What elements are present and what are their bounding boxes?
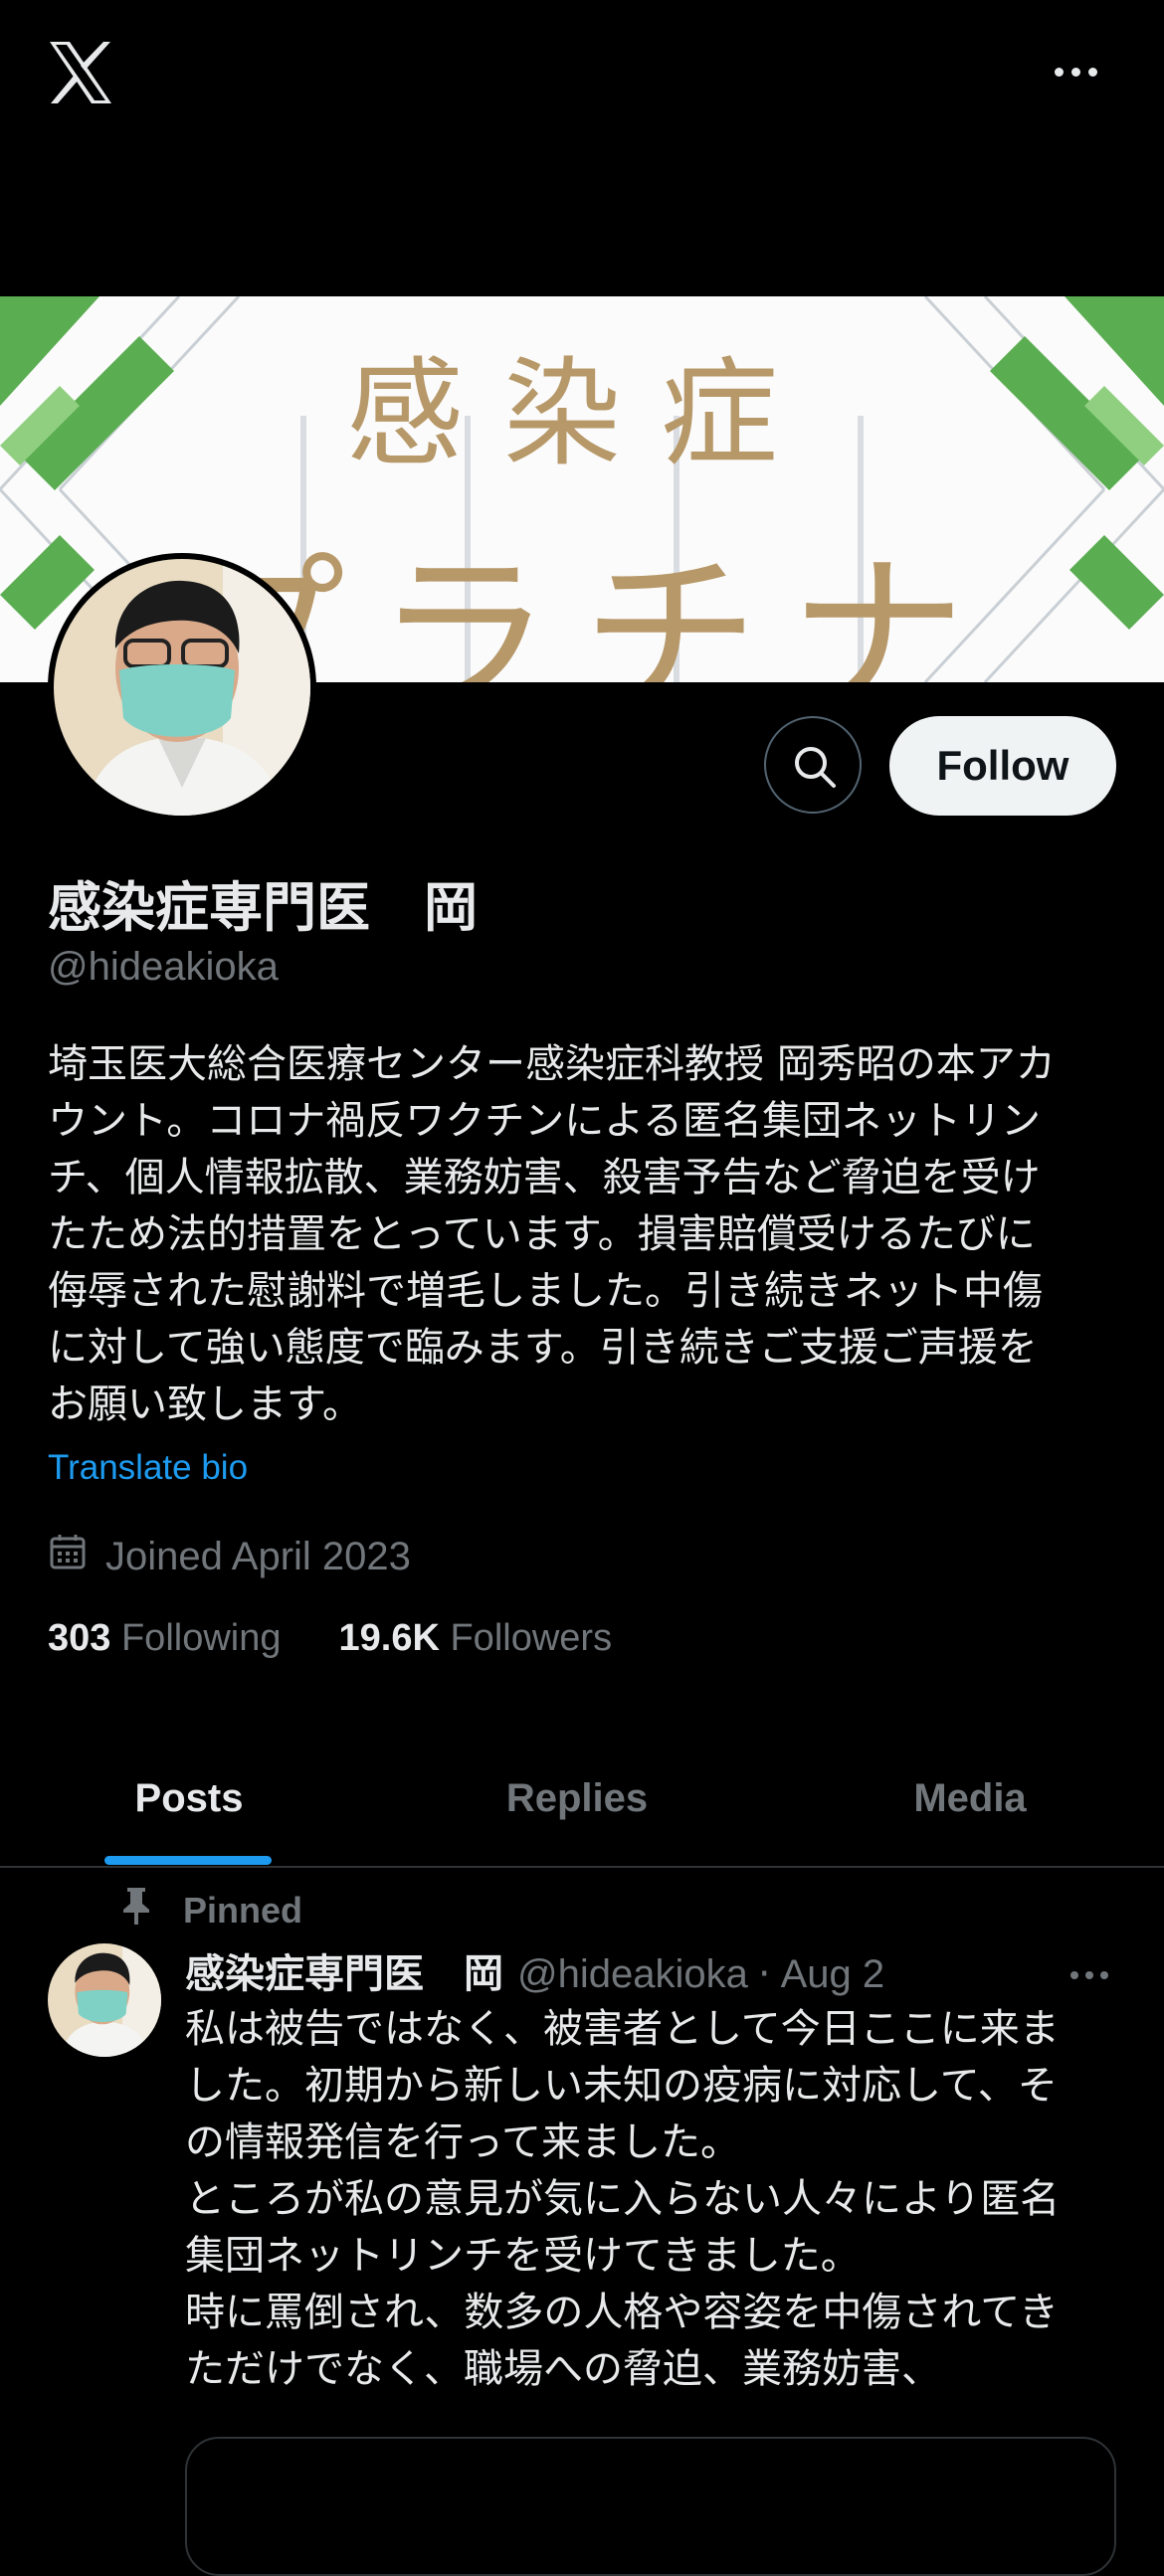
following-stat[interactable]: 303 Following	[48, 1617, 282, 1660]
profile-avatar[interactable]	[48, 553, 316, 822]
search-button[interactable]	[764, 716, 862, 814]
profile-display-name: 感染症専門医 岡	[48, 876, 478, 939]
x-logo-icon[interactable]	[46, 38, 115, 107]
translate-bio-link[interactable]: Translate bio	[48, 1448, 248, 1488]
tab-posts[interactable]: Posts	[0, 1731, 378, 1866]
pinned-label: Pinned	[183, 1889, 303, 1931]
post-author-avatar[interactable]	[48, 1943, 161, 2057]
joined-text: Joined April 2023	[105, 1534, 411, 1578]
followers-stat[interactable]: 19.6K Followers	[339, 1617, 613, 1660]
active-tab-indicator	[104, 1856, 272, 1865]
profile-tabs: Posts Replies Media	[0, 1731, 1164, 1868]
post-header: 感染症専門医 岡 @hideakioka · Aug 2	[185, 1941, 884, 1999]
profile-handle: @hideakioka	[48, 945, 279, 989]
post-date[interactable]: Aug 2	[781, 1952, 885, 1997]
post-more-icon[interactable]	[1070, 1971, 1108, 1979]
more-options-icon[interactable]	[1055, 68, 1097, 77]
post-separator: ·	[757, 1951, 771, 1997]
post-author-name[interactable]: 感染症専門医 岡	[185, 1941, 503, 1999]
pinned-indicator: Pinned	[119, 1886, 302, 1934]
tab-replies[interactable]: Replies	[388, 1731, 766, 1866]
followers-label: Followers	[450, 1617, 613, 1659]
banner-title-line1: 感染症	[345, 345, 818, 482]
follow-stats: 303 Following 19.6K Followers	[48, 1617, 612, 1660]
following-label: Following	[120, 1617, 282, 1659]
followers-count: 19.6K	[338, 1617, 440, 1659]
post-text: 私は被告ではなく、被害者として今日ここに来ま した。初期から新しい未知の疫病に対…	[185, 2006, 1061, 2392]
pin-icon	[119, 1886, 153, 1934]
tab-media[interactable]: Media	[776, 1731, 1164, 1866]
post-media-card[interactable]	[185, 2437, 1116, 2576]
profile-bio: 埼玉医大総合医療センター感染症科教授 岡秀昭の本アカ ウント。コロナ禍反ワクチン…	[48, 1041, 1056, 1427]
following-count: 303	[48, 1617, 111, 1659]
post-author-handle[interactable]: @hideakioka	[517, 1952, 748, 1997]
follow-button[interactable]: Follow	[889, 716, 1116, 816]
calendar-icon	[48, 1532, 88, 1581]
joined-date: Joined April 2023	[48, 1532, 411, 1581]
